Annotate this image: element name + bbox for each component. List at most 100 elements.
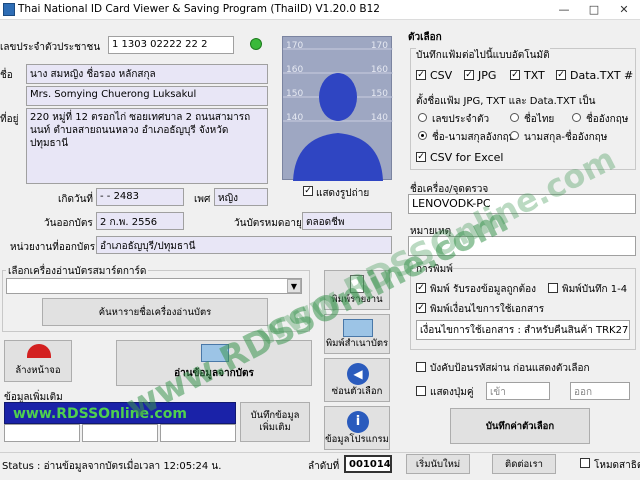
csv-excel-label: CSV for Excel [430,151,504,164]
arrow-left-icon: ◀ [347,363,369,385]
close-button[interactable]: ✕ [608,0,640,20]
address-label: ที่อยู่ [0,114,19,125]
options-title: ตัวเลือก [408,32,442,43]
confirm-password-checkbox[interactable] [416,362,426,372]
show-photo-checkbox[interactable]: ✓ [303,186,313,196]
status-text: Status : อ่านข้อมูลจากบัตรเมื่อเวลา 12:0… [2,461,222,472]
naming-id-radio[interactable] [418,113,427,122]
clear-screen-button[interactable]: ล้างหน้าจอ [4,340,72,382]
maximize-button[interactable]: □ [578,0,610,20]
csv-checkbox[interactable]: ✓ [416,70,426,80]
issue-field[interactable]: 2 ก.พ. 2556 [96,212,184,230]
photo-panel: 170 160 150 140 170 160 150 140 [282,36,393,181]
extra-field-2[interactable] [82,424,158,442]
save-options-button[interactable]: บันทึกค่าตัวเลือก [450,408,590,444]
name-label: ชื่อ [0,70,13,81]
title-bar: Thai National ID Card Viewer & Saving Pr… [0,0,640,20]
id-label: เลขประจำตัวประชาชน [0,42,101,53]
extra-field-3[interactable] [160,424,236,442]
demo-mode-label: โหมดสาธิต [594,460,640,471]
print-multi-checkbox[interactable] [548,283,558,293]
sex-field[interactable]: หญิง [214,188,268,206]
chevron-down-icon[interactable]: ▼ [287,279,301,293]
demo-mode-checkbox[interactable] [580,458,590,468]
agency-field[interactable]: อำเภอธัญบุรี/ปทุมธานี [96,236,392,254]
display-pair-checkbox[interactable] [416,386,426,396]
hide-options-button[interactable]: ◀ ซ่อนตัวเลือก [324,358,390,402]
print-condition-label: พิมพ์เงื่อนไขการใช้เอกสาร [430,304,545,315]
txt-label: TXT [524,69,545,82]
naming-lastname-radio[interactable] [510,131,519,140]
person-body [293,133,383,181]
person-head [319,73,357,121]
txt-checkbox[interactable]: ✓ [510,70,520,80]
naming-eng-radio[interactable] [572,113,581,122]
reader-select[interactable]: ▼ [6,278,302,294]
naming-label: ตั้งชื่อแฟ้ม JPG, TXT และ Data.TXT เป็น [416,96,596,107]
condition-field[interactable]: เงื่อนไขการใช้เอกสาร : สำหรับคืนสินค้า T… [416,320,630,340]
datatxt-label: Data.TXT # [570,69,634,82]
id-field[interactable]: 1 1303 02222 22 2 [108,36,234,54]
datatxt-checkbox[interactable]: ✓ [556,70,566,80]
reader-label: เลือกเครื่องอ่านบัตรสมาร์ตการ์ด [6,264,149,279]
print-condition-checkbox[interactable]: ✓ [416,303,426,313]
name-th-field[interactable]: นาง สมหญิง ชื่อรอง หลักสกุล [26,64,268,84]
scale-left-0: 170 [286,41,304,51]
print-single-label: พิมพ์ รับรองข้อมูลถูกต้อง [430,284,536,295]
extra-field-1[interactable] [4,424,80,442]
address-field[interactable]: 220 หมู่ที่ 12 ตรอกไก่ ซอยเทศบาล 2 ถนนสา… [26,108,268,184]
agency-label: หน่วยงานที่ออกบัตร [10,242,96,253]
autosave-label: บันทึกแฟ้มต่อไปนี้แบบอัตโนมัติ [416,48,550,63]
naming-eng-label: ชื่ออังกฤษ [586,114,629,125]
minimize-button[interactable]: — [548,0,580,20]
extra-banner: www.RDSSOnline.com [4,402,236,424]
naming-lastname-label: นามสกุล-ชื่ออังกฤษ [524,132,608,143]
confirm-password-label: บังคับป้อนรหัสผ่าน ก่อนแสดงตัวเลือก [430,363,590,374]
seq-label: ลำดับที่ [308,461,340,472]
status-led-icon [250,38,262,50]
app-icon [3,3,15,16]
scale-left-1: 160 [286,65,304,75]
naming-id-label: เลขประจำตัว [432,114,490,125]
program-info-button[interactable]: i ข้อมูลโปรแกรม [324,406,390,450]
search-reader-button[interactable]: ค้นหารายชื่อเครื่องอ่านบัตร [42,298,268,326]
show-photo-label: แสดงรูปถ่าย [316,188,370,199]
scale-left-2: 150 [286,89,304,99]
birth-field[interactable]: - - 2483 [96,188,184,206]
seq-field: 001014 [344,455,392,473]
scale-right-2: 150 [370,89,388,99]
scale-right-0: 170 [370,41,388,51]
program-info-label: ข้อมูลโปรแกรม [325,434,389,445]
scale-right-3: 140 [370,113,388,123]
photo-scale [283,48,393,181]
birth-label: เกิดวันที่ [58,194,94,205]
scale-right-1: 160 [370,65,388,75]
naming-thai-label: ชื่อไทย [524,114,555,125]
jpg-checkbox[interactable]: ✓ [464,70,474,80]
naming-fullname-radio[interactable] [418,131,427,140]
jpg-label: JPG [478,69,497,82]
csv-excel-checkbox[interactable]: ✓ [416,152,426,162]
contact-button[interactable]: ติดต่อเรา [492,454,556,474]
save-extra-button[interactable]: บันทึกข้อมูลเพิ่มเติม [240,402,310,442]
sex-label: เพศ [194,194,211,205]
print-multi-label: พิมพ์บันทึก 1-4 [562,284,628,295]
id-card-icon [343,319,373,337]
clear-screen-label: ล้างหน้าจอ [15,365,61,376]
hide-options-label: ซ่อนตัวเลือก [331,386,383,397]
expire-field[interactable]: ตลอดชีพ [302,212,392,230]
naming-fullname-label: ชื่อ-นามสกุลอังกฤษ [432,132,516,143]
name-en-field[interactable]: Mrs. Somying Chuerong Luksakul [26,86,268,106]
print-copy-label: พิมพ์สำเนาบัตร [325,338,389,349]
info-icon: i [347,411,369,433]
window-title: Thai National ID Card Viewer & Saving Pr… [18,3,380,15]
display-pair-label: แสดงปุ่มคู่ [430,387,474,398]
csv-label: CSV [430,69,453,82]
exit-field[interactable]: ออก [570,382,630,400]
naming-thai-radio[interactable] [510,113,519,122]
reset-counter-button[interactable]: เริ่มนับใหม่ [406,454,470,474]
expire-label: วันบัตรหมดอายุ [234,218,302,229]
enter-field[interactable]: เข้า [486,382,550,400]
gauge-icon [27,344,51,358]
scale-left-3: 140 [286,113,304,123]
